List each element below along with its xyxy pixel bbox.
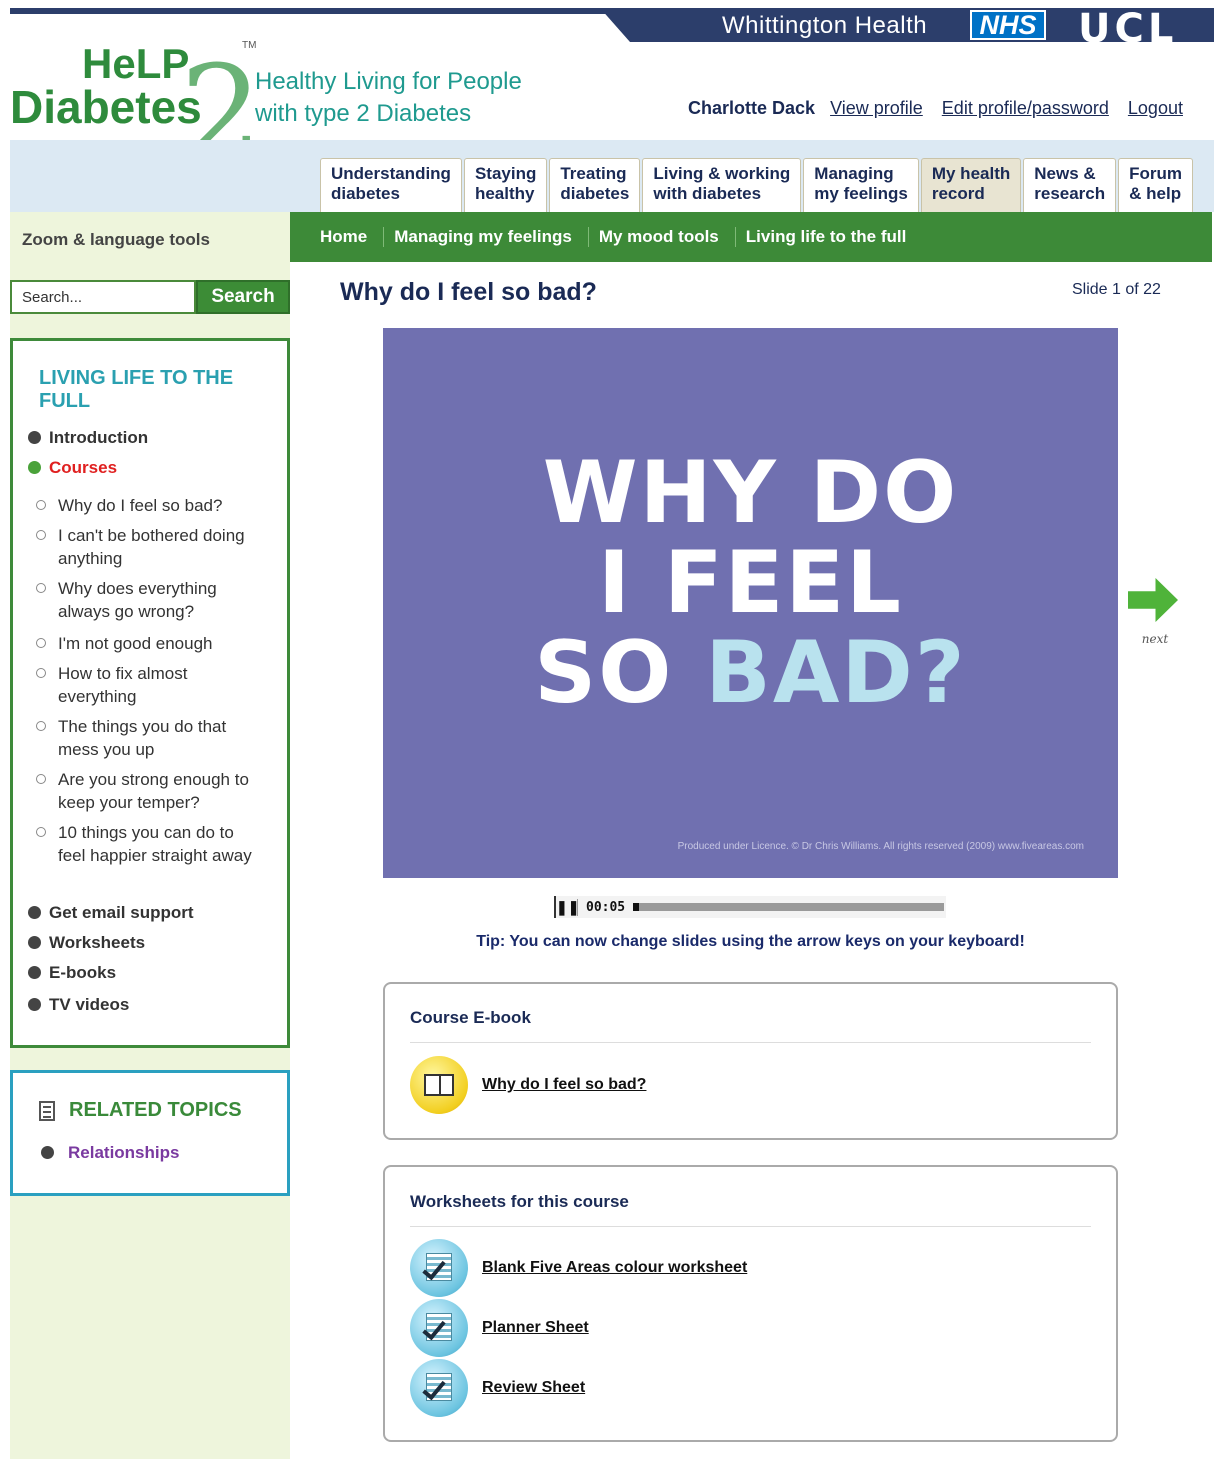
ucl-logo: UCL: [1078, 6, 1178, 52]
tab-forum-help[interactable]: Forum & help: [1118, 158, 1194, 212]
user-links: Charlotte Dack View profile Edit profile…: [688, 98, 1197, 119]
slide-counter: Slide 1 of 22: [1072, 281, 1161, 298]
user-name: Charlotte Dack: [688, 98, 816, 118]
tab-news-research[interactable]: News & research: [1023, 158, 1117, 212]
breadcrumb-home[interactable]: Home: [310, 227, 385, 247]
course-link[interactable]: How to fix almost everything: [34, 662, 264, 708]
zoom-language-tools[interactable]: Zoom & language tools: [22, 230, 210, 250]
progress-track[interactable]: [633, 903, 944, 911]
worksheet-check-icon: [410, 1239, 468, 1297]
slide-credit: Produced under Licence. © Dr Chris Willi…: [677, 841, 1084, 852]
bullet-icon: [28, 966, 41, 979]
tab-managing-feelings[interactable]: Managing my feelings: [803, 158, 919, 212]
course-link[interactable]: 10 things you can do to feel happier str…: [34, 821, 264, 867]
course-link[interactable]: The things you do that mess you up: [34, 715, 264, 761]
nav-item-ebooks[interactable]: E-books: [28, 963, 116, 983]
next-slide-button[interactable]: next: [1128, 578, 1182, 654]
bullet-icon: [28, 998, 41, 1011]
course-link[interactable]: I'm not good enough: [34, 632, 264, 655]
bullet-icon: [28, 461, 41, 474]
view-profile-link[interactable]: View profile: [830, 98, 923, 118]
worksheet-check-icon: [410, 1359, 468, 1417]
ring-bullet-icon: [36, 721, 46, 731]
book-icon: [410, 1056, 468, 1114]
tab-understanding-diabetes[interactable]: Understanding diabetes: [320, 158, 462, 212]
worksheet-row: Blank Five Areas colour worksheet: [410, 1239, 747, 1297]
ring-bullet-icon: [36, 583, 46, 593]
course-link[interactable]: I can't be bothered doing anything: [34, 524, 264, 570]
worksheet-row: Planner Sheet: [410, 1299, 589, 1357]
ring-bullet-icon: [36, 774, 46, 784]
ring-bullet-icon: [36, 827, 46, 837]
nav-item-tv-videos[interactable]: TV videos: [28, 995, 129, 1015]
bullet-icon: [28, 936, 41, 949]
keyboard-tip: Tip: You can now change slides using the…: [476, 933, 1025, 950]
ring-bullet-icon: [36, 668, 46, 678]
bullet-icon: [28, 431, 41, 444]
next-label: next: [1141, 632, 1169, 646]
bullet-icon: [28, 906, 41, 919]
logout-link[interactable]: Logout: [1128, 98, 1183, 118]
site-tagline: Healthy Living for People with type 2 Di…: [255, 68, 522, 127]
course-link[interactable]: Why do I feel so bad?: [34, 494, 264, 517]
progress-fill: [633, 903, 640, 911]
nav-item-email-support[interactable]: Get email support: [28, 903, 194, 923]
player-time: 00:05: [586, 899, 626, 915]
related-topic-relationships[interactable]: Relationships: [41, 1143, 179, 1163]
tab-staying-healthy[interactable]: Staying healthy: [463, 158, 548, 212]
audio-player: ❚❚ 00:05: [554, 896, 946, 918]
page-title: Why do I feel so bad?: [340, 278, 597, 306]
tab-living-working[interactable]: Living & working with diabetes: [642, 158, 802, 212]
search-input[interactable]: Search...: [10, 280, 196, 314]
related-topics-title: RELATED TOPICS: [69, 1099, 242, 1121]
worksheet-check-icon: [410, 1299, 468, 1357]
edit-profile-link[interactable]: Edit profile/password: [942, 98, 1109, 118]
worksheet-link[interactable]: Blank Five Areas colour worksheet: [482, 1259, 747, 1277]
search-button[interactable]: Search: [196, 280, 290, 314]
section-nav-heading: LIVING LIFE TO THE FULL: [39, 367, 234, 412]
slide-heading: WHY DO I FEEL SO BAD?: [534, 443, 967, 723]
breadcrumb-mood-tools[interactable]: My mood tools: [589, 227, 736, 247]
course-link[interactable]: Are you strong enough to keep your tempe…: [34, 768, 264, 814]
ebook-link[interactable]: Why do I feel so bad?: [482, 1076, 646, 1094]
worksheet-row: Review Sheet: [410, 1359, 585, 1417]
nav-item-introduction[interactable]: Introduction: [28, 428, 148, 448]
ring-bullet-icon: [36, 638, 46, 648]
card-divider: [410, 1042, 1091, 1043]
logo-trademark: TM: [242, 40, 257, 51]
bullet-icon: [41, 1146, 54, 1159]
org-name: Whittington Health: [722, 12, 928, 39]
card-divider: [410, 1226, 1091, 1227]
worksheets-card: Worksheets for this course Blank Five Ar…: [383, 1165, 1118, 1442]
worksheet-link[interactable]: Review Sheet: [482, 1379, 585, 1397]
breadcrumb-living-life[interactable]: Living life to the full: [736, 227, 923, 247]
ebook-card-title: Course E-book: [410, 1008, 531, 1027]
slide-image[interactable]: WHY DO I FEEL SO BAD? Produced under Lic…: [383, 328, 1118, 878]
logo-diabetes-text: Diabetes: [10, 81, 202, 133]
ring-bullet-icon: [36, 530, 46, 540]
pause-icon[interactable]: ❚❚: [556, 898, 579, 916]
worksheet-link[interactable]: Planner Sheet: [482, 1319, 589, 1337]
ring-bullet-icon: [36, 500, 46, 510]
ebook-card: Course E-book Why do I feel so bad?: [383, 982, 1118, 1140]
course-link[interactable]: Why does everything always go wrong?: [34, 577, 264, 623]
tab-treating-diabetes[interactable]: Treating diabetes: [549, 158, 641, 212]
breadcrumb-managing-feelings[interactable]: Managing my feelings: [384, 227, 589, 247]
main-tabs: Understanding diabetes Staying healthy Tre…: [320, 158, 1195, 212]
worksheets-card-title: Worksheets for this course: [410, 1192, 629, 1211]
breadcrumb: Home Managing my feelings My mood tools …: [290, 212, 1212, 262]
related-topics-box: RELATED TOPICS Relationships: [10, 1070, 290, 1196]
nav-item-courses[interactable]: Courses: [28, 458, 117, 478]
arrow-right-icon: [1128, 578, 1178, 622]
tab-my-health-record[interactable]: My health record: [920, 158, 1022, 212]
nav-item-worksheets[interactable]: Worksheets: [28, 933, 145, 953]
document-icon: [39, 1101, 55, 1121]
nhs-logo: NHS: [970, 10, 1046, 40]
ebook-row: Why do I feel so bad?: [410, 1056, 646, 1114]
